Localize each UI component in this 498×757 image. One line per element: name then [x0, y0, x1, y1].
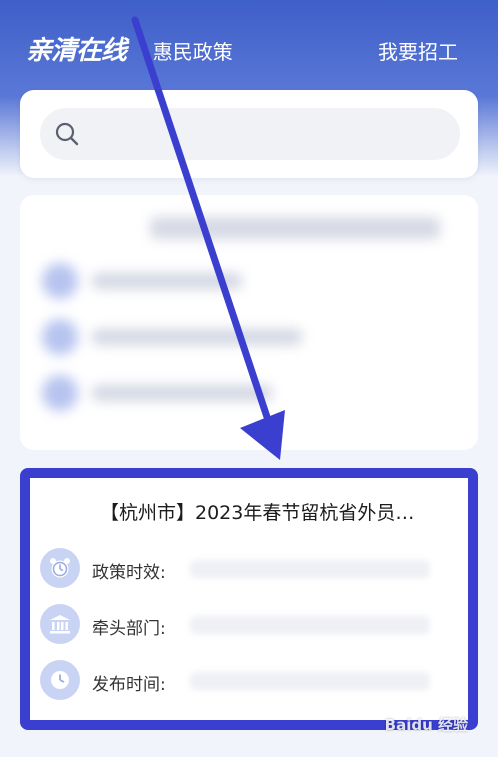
blurred-content-card: [20, 195, 478, 450]
government-building-icon: [40, 604, 80, 644]
search-box[interactable]: [40, 108, 460, 160]
app-header: 亲清在线 · 惠民政策 我要招工: [0, 0, 498, 100]
info-value-blurred: [190, 616, 430, 634]
app-logo: 亲清在线: [26, 36, 127, 66]
info-label: 政策时效:: [92, 563, 166, 583]
alarm-clock-icon: [40, 548, 80, 588]
page-subtitle: · 惠民政策: [140, 40, 233, 64]
info-row-department: 牵头部门:: [40, 604, 460, 646]
blurred-title: [150, 217, 440, 239]
policy-card[interactable]: 【杭州市】2023年春节留杭省外员… 政策时效: 牵头部门: 发布时间:: [20, 468, 478, 730]
info-value-blurred: [190, 672, 430, 690]
search-input[interactable]: [88, 118, 448, 150]
clock-icon: [40, 660, 80, 700]
info-label: 牵头部门:: [92, 619, 166, 639]
blurred-content: [20, 195, 478, 450]
blurred-row-text: [92, 385, 272, 401]
blurred-row-icon: [42, 375, 78, 411]
blurred-row-text: [92, 273, 242, 289]
info-value-blurred: [190, 560, 430, 578]
search-card: [20, 90, 478, 178]
search-icon: [55, 122, 79, 146]
info-row-validity: 政策时效:: [40, 548, 460, 590]
blurred-row-icon: [42, 263, 78, 299]
baidu-watermark: Baidu 经验: [384, 716, 468, 734]
policy-title[interactable]: 【杭州市】2023年春节留杭省外员…: [100, 498, 460, 525]
info-row-publish-time: 发布时间:: [40, 660, 460, 702]
blurred-row-text: [92, 329, 302, 345]
blurred-row-icon: [42, 319, 78, 355]
recruit-link[interactable]: 我要招工: [378, 36, 458, 65]
info-label: 发布时间:: [92, 675, 166, 695]
